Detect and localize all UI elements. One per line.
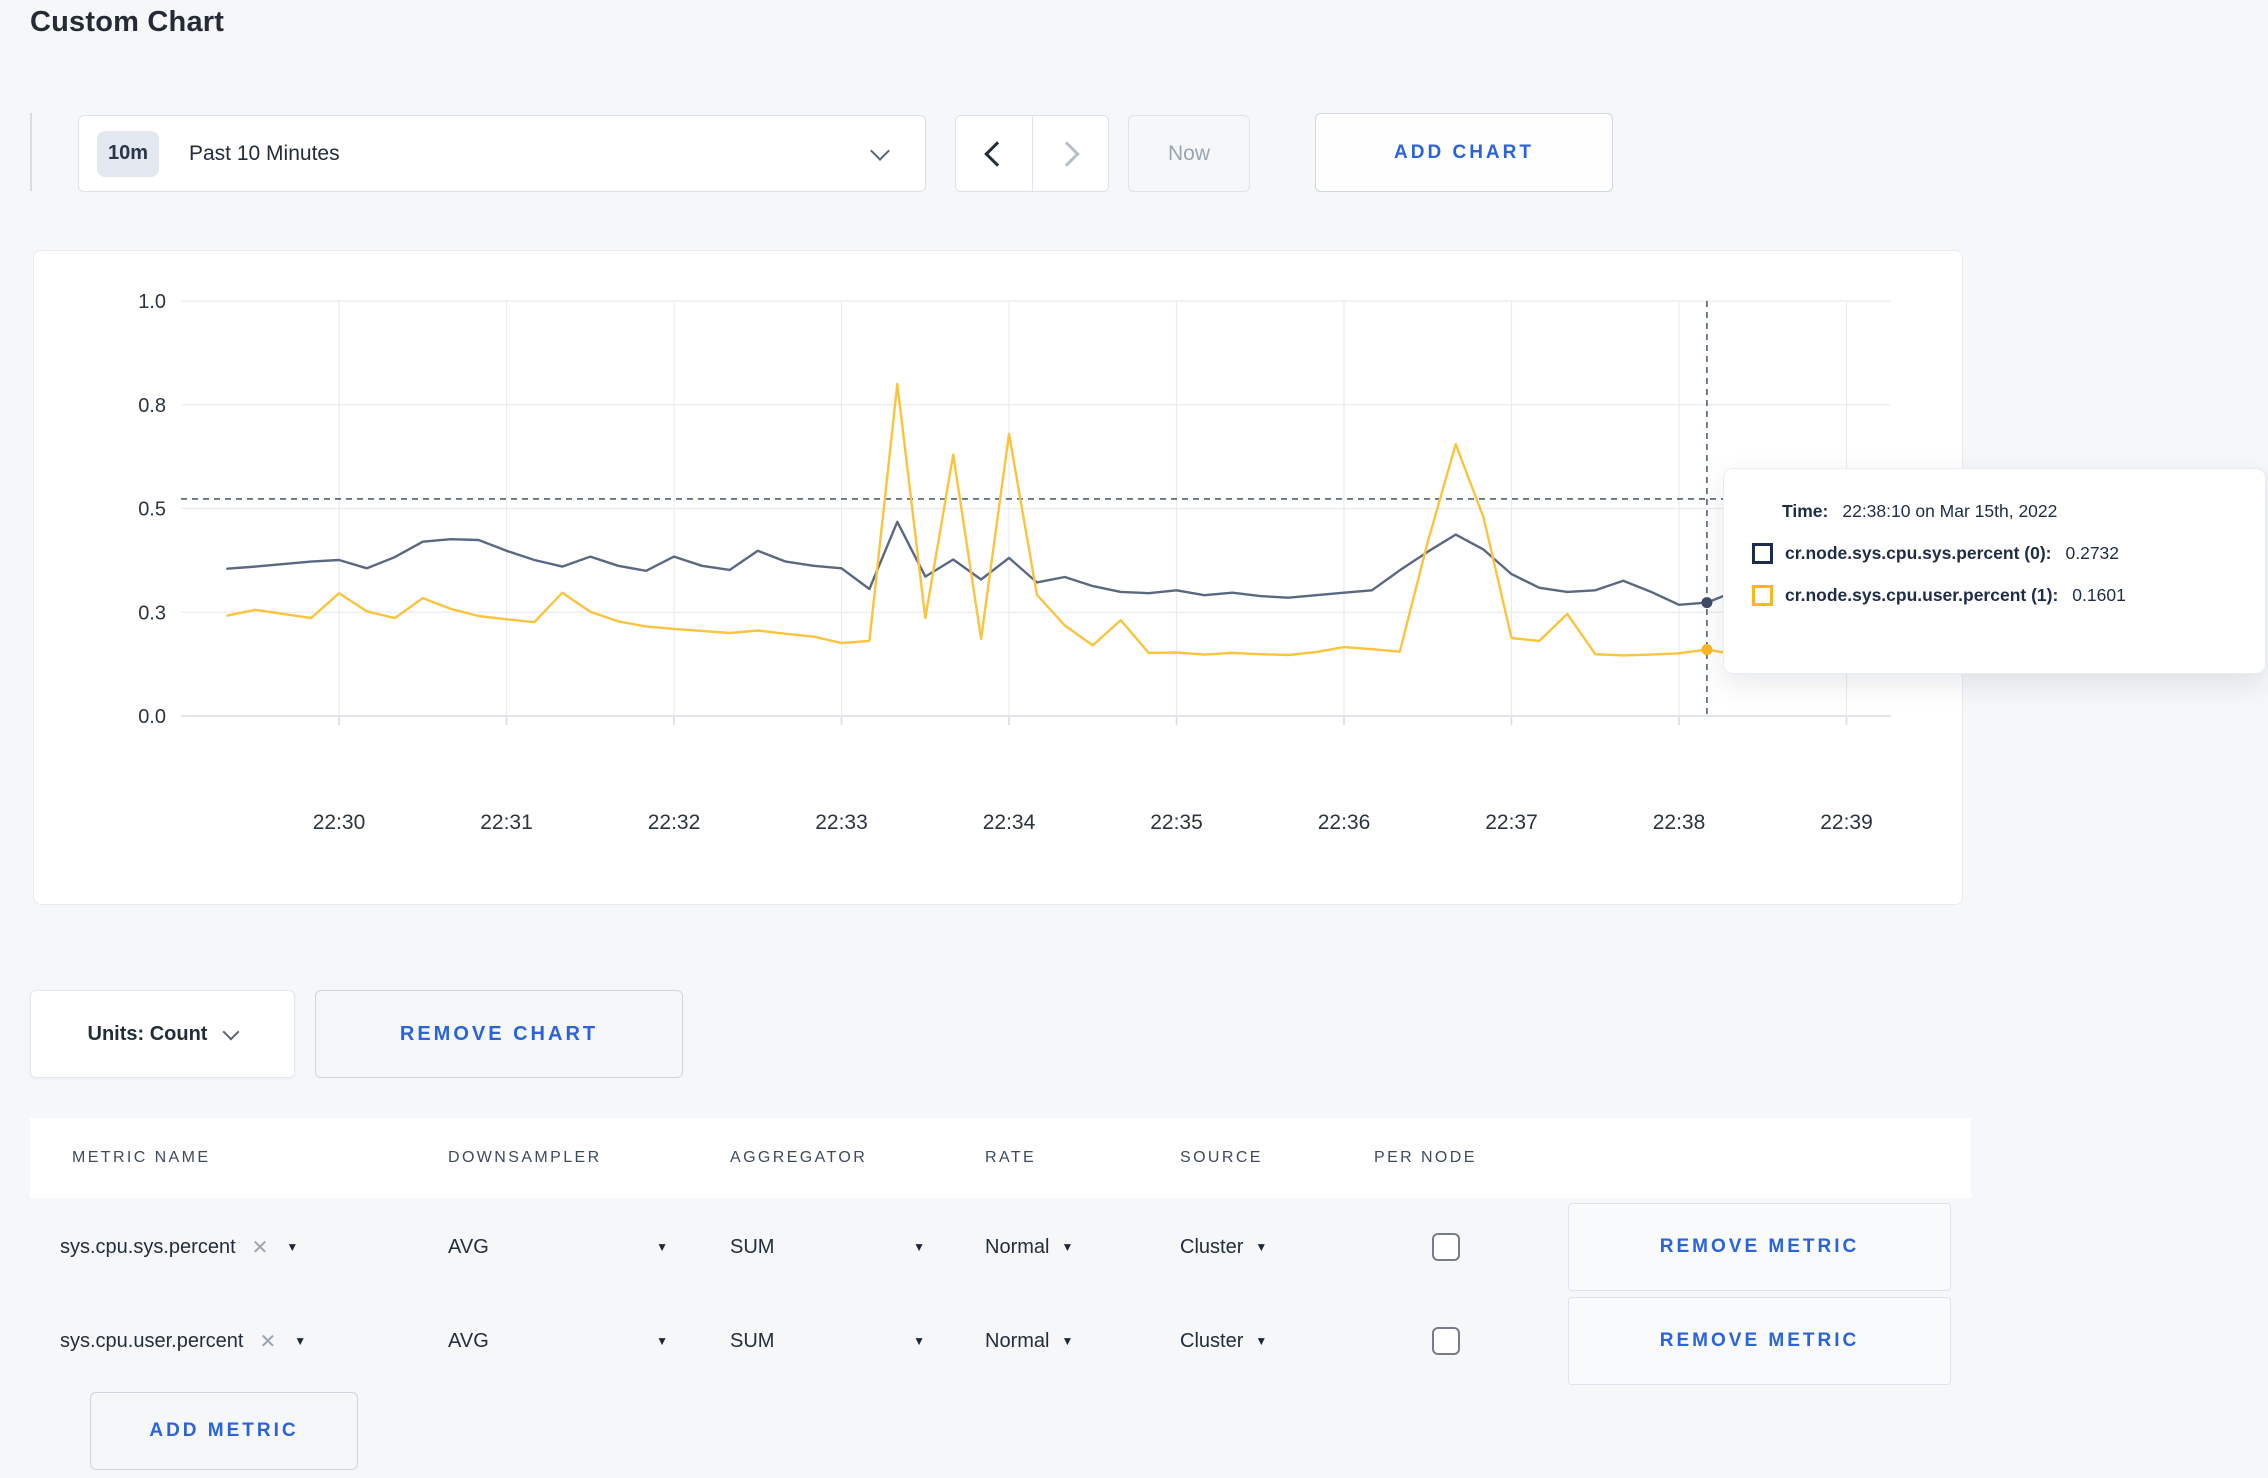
rate-value: Normal — [985, 1235, 1050, 1258]
downsampler-value: AVG — [448, 1235, 489, 1258]
tooltip-time-label: Time: — [1782, 501, 1829, 521]
chevron-left-icon — [984, 140, 1010, 167]
chevron-down-icon — [870, 140, 890, 161]
rate-select[interactable]: Normal ▼ — [985, 1296, 1073, 1386]
timescale-dropdown[interactable]: 10m Past 10 Minutes — [78, 115, 926, 192]
tooltip-series-value: 0.1601 — [2072, 585, 2126, 605]
units-label: Units: Count — [87, 1022, 208, 1045]
caret-down-icon: ▼ — [1255, 1240, 1268, 1254]
metric-name-value: sys.cpu.sys.percent — [60, 1235, 236, 1258]
downsampler-value: AVG — [448, 1329, 489, 1352]
chevron-right-icon — [1054, 140, 1080, 167]
rate-value: Normal — [985, 1329, 1050, 1352]
tooltip-time-row: Time: 22:38:10 on Mar 15th, 2022 — [1782, 501, 2265, 522]
chart-canvas[interactable]: 0.0 0.3 0.5 0.8 1.0 22:30 22:31 22:32 22:33 22:34… — [34, 251, 1962, 904]
caret-down-icon: ▼ — [1061, 1334, 1074, 1348]
timescale-label: Past 10 Minutes — [189, 141, 340, 165]
svg-text:0.3: 0.3 — [138, 602, 166, 624]
tooltip-series-label: cr.node.sys.cpu.user.percent (1): — [1785, 585, 2059, 605]
aggregator-value: SUM — [730, 1235, 775, 1258]
metric-row-sys: sys.cpu.sys.percent ✕ ▼ AVG ▼ SUM ▼ Norm… — [30, 1202, 1971, 1292]
metric-name-select[interactable]: sys.cpu.sys.percent ✕ ▼ — [60, 1202, 298, 1292]
aggregator-value: SUM — [730, 1329, 775, 1352]
remove-chart-button[interactable]: REMOVE CHART — [315, 990, 683, 1078]
caret-down-icon: ▼ — [1061, 1240, 1074, 1254]
svg-text:22:33: 22:33 — [815, 811, 868, 834]
col-rate: RATE — [985, 1149, 1037, 1166]
custom-chart-panel[interactable]: 0.0 0.3 0.5 0.8 1.0 22:30 22:31 22:32 22:33 22:34… — [33, 250, 1963, 905]
add-chart-button[interactable]: ADD CHART — [1315, 113, 1613, 192]
metric-row-user: sys.cpu.user.percent ✕ ▼ AVG ▼ SUM ▼ Nor… — [30, 1296, 1971, 1386]
chart-tooltip: Time: 22:38:10 on Mar 15th, 2022 cr.node… — [1723, 468, 2266, 674]
svg-text:22:38: 22:38 — [1653, 811, 1706, 834]
time-pager — [955, 115, 1109, 192]
source-select[interactable]: Cluster ▼ — [1180, 1202, 1267, 1292]
downsampler-select[interactable]: AVG ▼ — [448, 1202, 668, 1292]
page-title: Custom Chart — [30, 6, 225, 38]
chevron-down-icon — [222, 1023, 240, 1040]
sys-series-swatch-icon — [1752, 543, 1773, 564]
remove-metric-button[interactable]: REMOVE METRIC — [1568, 1203, 1951, 1291]
col-per-node: PER NODE — [1374, 1149, 1477, 1166]
source-select[interactable]: Cluster ▼ — [1180, 1296, 1267, 1386]
svg-text:22:37: 22:37 — [1485, 811, 1538, 834]
tooltip-series-row: cr.node.sys.cpu.user.percent (1): 0.1601 — [1752, 585, 2265, 606]
col-metric-name: METRIC NAME — [72, 1149, 211, 1166]
caret-down-icon: ▼ — [286, 1240, 299, 1254]
toolbar-divider — [30, 113, 32, 191]
tooltip-time-value: 22:38:10 on Mar 15th, 2022 — [1842, 501, 2058, 521]
tooltip-series-label: cr.node.sys.cpu.sys.percent (0): — [1785, 543, 2052, 563]
metrics-table-header: METRIC NAME DOWNSAMPLER AGGREGATOR RATE … — [30, 1118, 1971, 1198]
clear-metric-icon[interactable]: ✕ — [252, 1235, 269, 1260]
caret-down-icon: ▼ — [913, 1240, 925, 1254]
remove-metric-button[interactable]: REMOVE METRIC — [1568, 1297, 1951, 1385]
aggregator-select[interactable]: SUM ▼ — [730, 1296, 925, 1386]
svg-text:0.8: 0.8 — [138, 395, 166, 417]
now-button[interactable]: Now — [1128, 115, 1250, 192]
caret-down-icon: ▼ — [294, 1334, 307, 1348]
add-metric-button[interactable]: ADD METRIC — [90, 1392, 358, 1470]
rate-select[interactable]: Normal ▼ — [985, 1202, 1073, 1292]
tooltip-series-row: cr.node.sys.cpu.sys.percent (0): 0.2732 — [1752, 543, 2265, 564]
svg-text:22:39: 22:39 — [1820, 811, 1873, 834]
clear-metric-icon[interactable]: ✕ — [259, 1329, 276, 1354]
svg-text:22:36: 22:36 — [1318, 811, 1371, 834]
downsampler-select[interactable]: AVG ▼ — [448, 1296, 668, 1386]
svg-text:22:35: 22:35 — [1150, 811, 1203, 834]
aggregator-select[interactable]: SUM ▼ — [730, 1202, 925, 1292]
col-downsampler: DOWNSAMPLER — [448, 1149, 602, 1166]
source-value: Cluster — [1180, 1235, 1244, 1258]
per-node-checkbox[interactable] — [1432, 1327, 1460, 1355]
svg-text:1.0: 1.0 — [138, 291, 166, 313]
svg-text:0.0: 0.0 — [138, 706, 166, 728]
next-time-button[interactable] — [1031, 116, 1109, 191]
caret-down-icon: ▼ — [1255, 1334, 1268, 1348]
metric-name-select[interactable]: sys.cpu.user.percent ✕ ▼ — [60, 1296, 306, 1386]
prev-time-button[interactable] — [956, 116, 1032, 191]
per-node-checkbox[interactable] — [1432, 1233, 1460, 1261]
source-value: Cluster — [1180, 1329, 1244, 1352]
svg-text:22:32: 22:32 — [648, 811, 701, 834]
tooltip-series-value: 0.2732 — [2065, 543, 2120, 563]
timescale-badge: 10m — [97, 130, 159, 177]
units-dropdown[interactable]: Units: Count — [30, 990, 295, 1078]
col-aggregator: AGGREGATOR — [730, 1149, 868, 1166]
col-source: SOURCE — [1180, 1149, 1263, 1166]
caret-down-icon: ▼ — [656, 1334, 668, 1348]
caret-down-icon: ▼ — [913, 1334, 925, 1348]
caret-down-icon: ▼ — [656, 1240, 668, 1254]
svg-text:0.5: 0.5 — [138, 499, 166, 521]
svg-text:22:31: 22:31 — [480, 811, 533, 834]
svg-text:22:30: 22:30 — [313, 811, 366, 834]
metric-name-value: sys.cpu.user.percent — [60, 1329, 244, 1352]
svg-text:22:34: 22:34 — [983, 811, 1036, 834]
user-series-swatch-icon — [1752, 585, 1773, 606]
